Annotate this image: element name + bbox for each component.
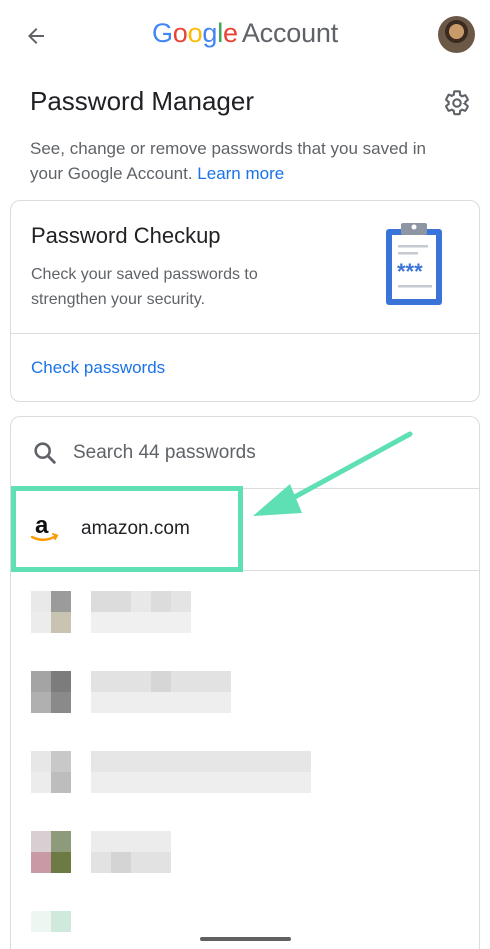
- google-account-logo: Google Account: [151, 18, 339, 48]
- svg-text:a: a: [35, 512, 49, 539]
- list-item-amazon[interactable]: a amazon.com: [11, 489, 479, 571]
- clipboard-stars: ***: [397, 259, 423, 284]
- system-nav-handle[interactable]: [200, 937, 291, 941]
- gear-icon: [445, 90, 469, 116]
- checkup-description: Check your saved passwords to strengthen…: [31, 266, 258, 308]
- page-description: See, change or remove passwords that you…: [30, 136, 460, 186]
- divider: [11, 333, 479, 334]
- settings-button[interactable]: [440, 86, 474, 120]
- learn-more-link[interactable]: Learn more: [197, 164, 284, 183]
- avatar[interactable]: [438, 16, 475, 53]
- password-checkup-card: Password Checkup Check your saved passwo…: [10, 200, 480, 402]
- password-list: a amazon.com: [10, 416, 480, 949]
- search-bar: [11, 417, 479, 489]
- app-bar: Google Account: [0, 0, 490, 70]
- page-title: Password Manager: [30, 86, 254, 116]
- search-input[interactable]: [73, 435, 453, 471]
- check-passwords-link[interactable]: Check passwords: [31, 358, 165, 378]
- amazon-logo-icon: a: [30, 512, 59, 541]
- search-icon: [34, 442, 56, 464]
- clipboard-icon: ***: [386, 223, 442, 305]
- checkup-title: Password Checkup: [31, 223, 221, 248]
- site-name: amazon.com: [81, 518, 190, 539]
- account-word: Account: [241, 18, 339, 48]
